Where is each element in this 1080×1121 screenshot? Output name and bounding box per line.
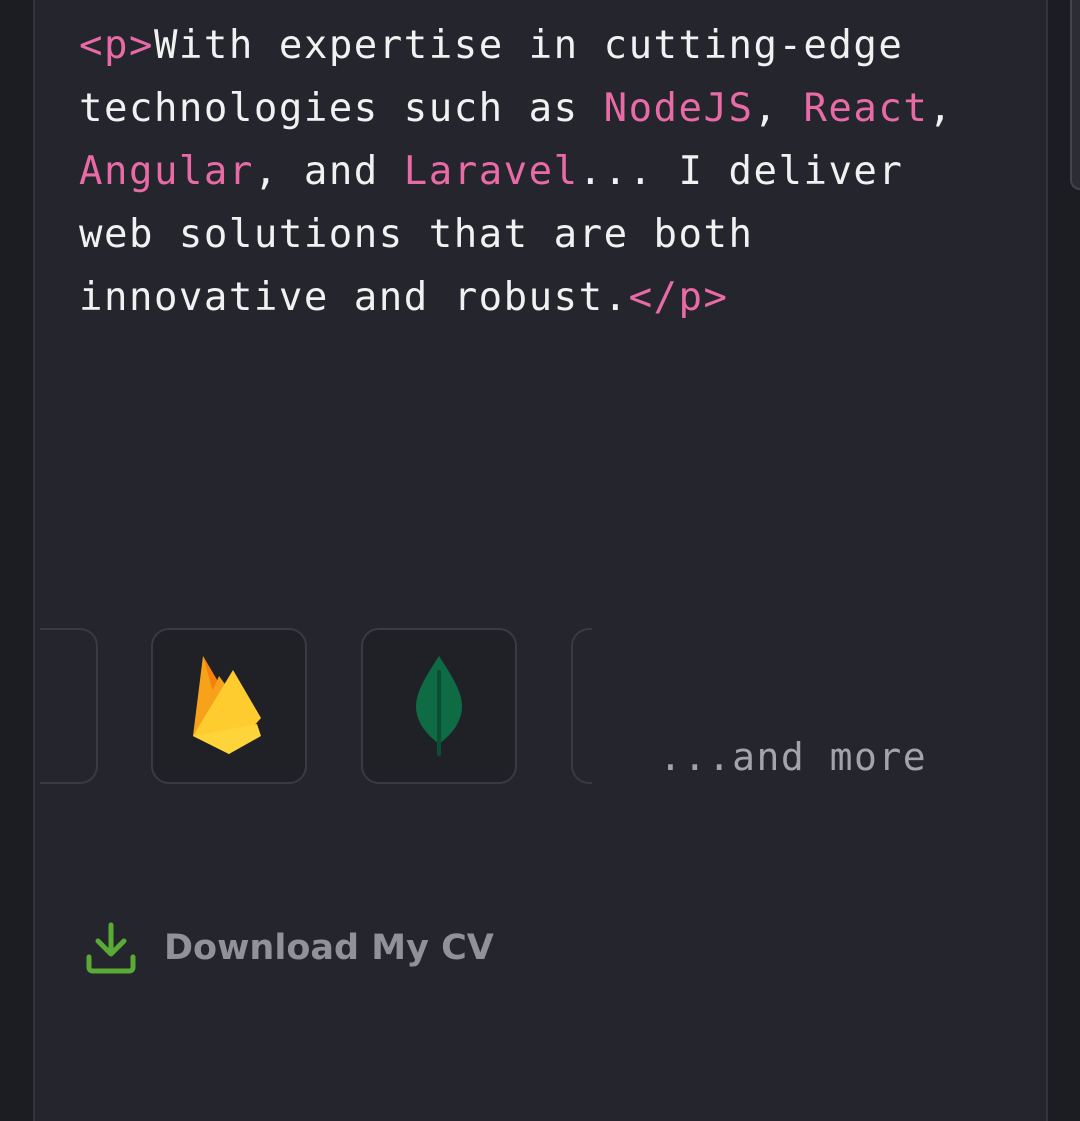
tech-tile-mongodb [361, 628, 517, 784]
download-cv-button[interactable]: Download My CV [84, 918, 494, 978]
firebase-icon [193, 656, 261, 754]
close-p-tag: </p> [628, 275, 729, 320]
and-more-text: ...and more [659, 735, 928, 779]
tech-react: React [803, 86, 929, 131]
tech-tile-partial [571, 628, 592, 784]
tech-nodejs: NodeJS [603, 86, 754, 131]
intro-sep-2: , [928, 86, 954, 131]
download-cv-label: Download My CV [164, 928, 494, 968]
intro-sep-3: , and [253, 149, 404, 194]
tech-laravel: Laravel [403, 149, 579, 194]
page: <p>With expertise in cutting-edge techno… [0, 0, 1080, 1121]
open-p-tag: <p> [79, 23, 154, 68]
tech-angular: Angular [79, 149, 254, 194]
intro-paragraph: <p>With expertise in cutting-edge techno… [79, 14, 999, 329]
tech-tile-partial [40, 628, 98, 784]
tech-tile-firebase [151, 628, 307, 784]
download-icon [86, 922, 136, 974]
mongodb-icon [416, 656, 462, 756]
scrollbar-thumb[interactable] [1070, 0, 1080, 190]
intro-sep-1: , [753, 86, 804, 131]
